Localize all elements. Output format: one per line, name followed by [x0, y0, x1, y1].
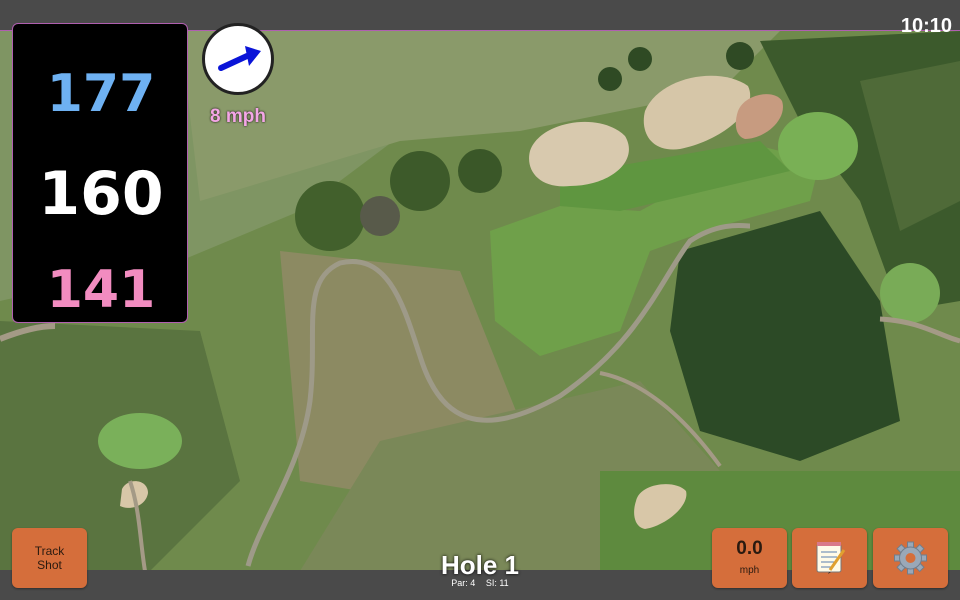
hole-info: Par: 4 SI: 11 [380, 578, 580, 588]
notepad-icon [816, 542, 846, 574]
wind-speed: 8 mph [210, 106, 266, 127]
track-shot-label-line1: Track [34, 544, 65, 558]
distance-panel: 177 160 141 [12, 23, 188, 323]
hole-stroke-index: SI: 11 [485, 578, 509, 588]
distance-front: 141 [46, 260, 156, 320]
track-shot-button[interactable]: Track Shot [12, 528, 87, 588]
distance-back: 177 [46, 64, 156, 124]
wind-indicator [202, 23, 274, 95]
track-shot-label-line2: Shot [37, 558, 62, 572]
distance-middle: 160 [38, 159, 164, 229]
gear-icon [894, 541, 927, 575]
wind-arrow-icon [218, 46, 261, 71]
speed-button[interactable]: 0.0 mph [712, 528, 787, 588]
hole-par: Par: 4 [451, 578, 476, 588]
clock: 10:10 [900, 15, 952, 37]
settings-button[interactable] [873, 528, 948, 588]
track-shot-label: Track Shot [12, 528, 87, 572]
notes-button[interactable] [792, 528, 867, 588]
hole-title: Hole 1 [440, 550, 520, 580]
speed-unit: mph [739, 565, 760, 576]
speed-value: 0.0 [736, 538, 763, 559]
